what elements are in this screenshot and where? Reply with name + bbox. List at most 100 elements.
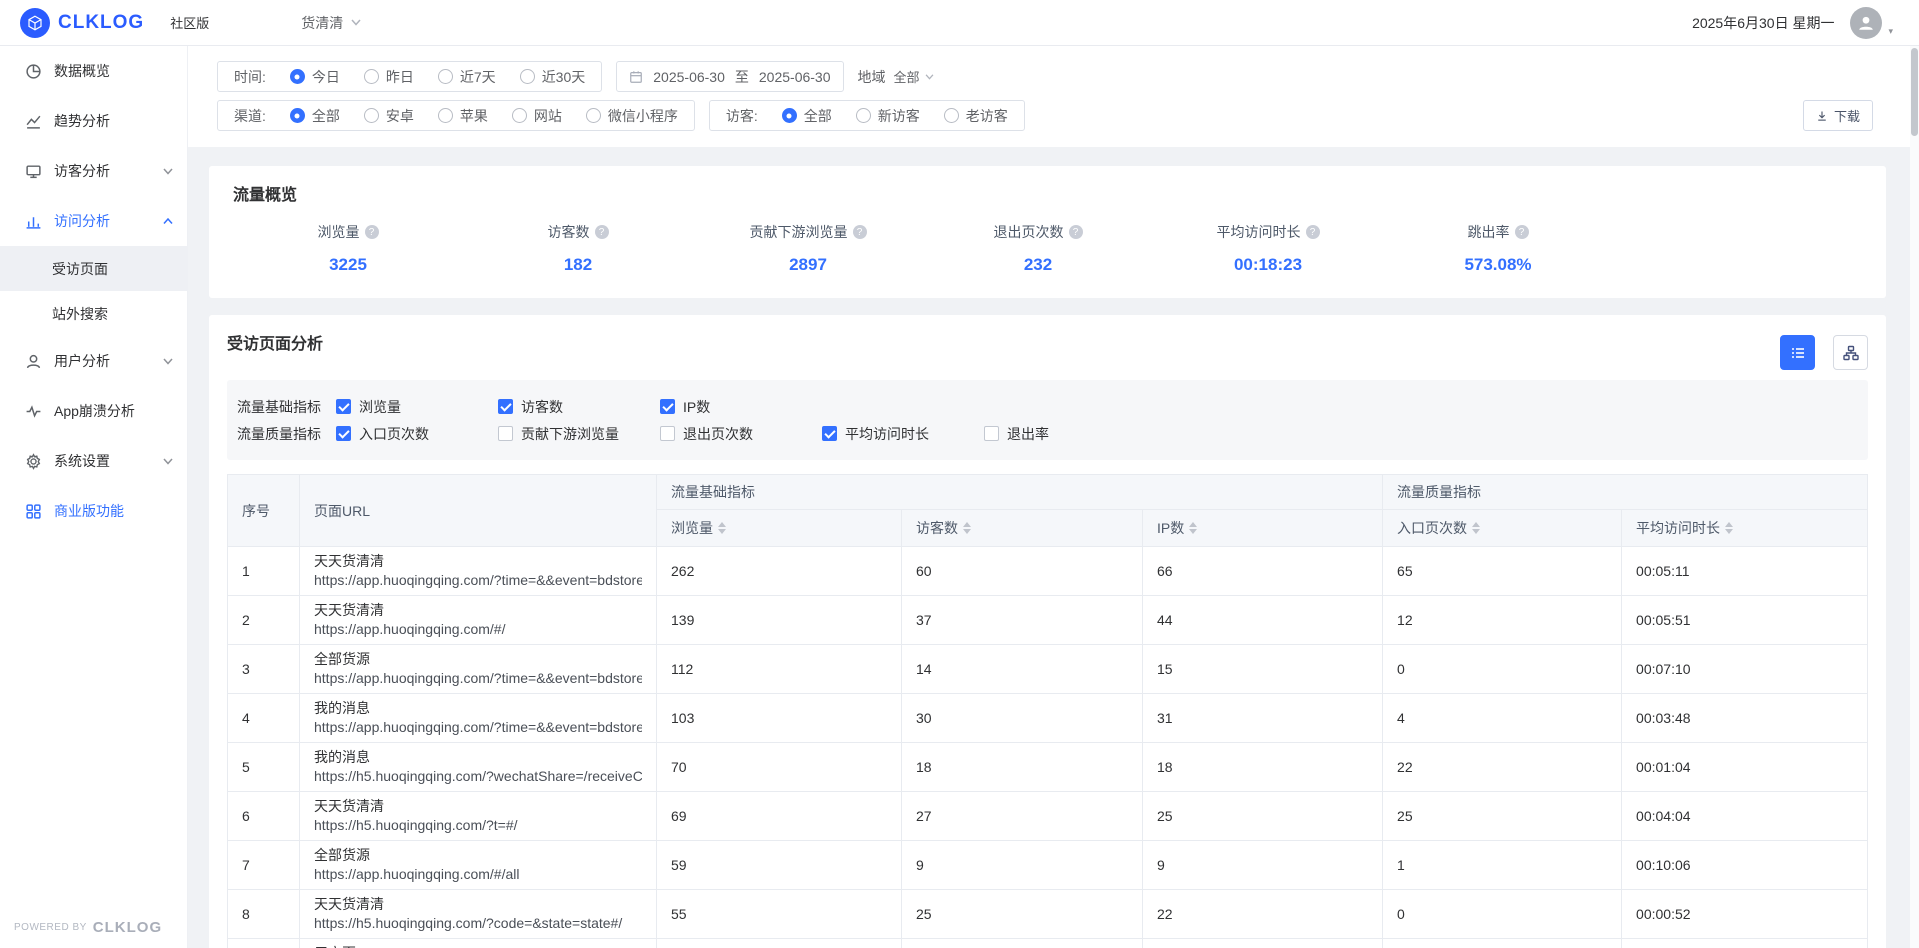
radio-icon <box>520 69 535 84</box>
help-icon <box>1306 225 1320 239</box>
cell-index: 5 <box>228 743 300 792</box>
list-view-button[interactable] <box>1780 335 1815 370</box>
brand-name: CLKLOG <box>58 12 144 34</box>
radio-icon <box>944 108 959 123</box>
download-icon <box>1816 110 1828 122</box>
checkbox-ip-count[interactable]: IP数 <box>660 397 822 417</box>
metric-label: 跳出率 <box>1468 222 1510 242</box>
checkbox-exit-pages[interactable]: 退出页次数 <box>660 424 822 444</box>
cell-page: 用户页https://app.huoqingqing.com/?time=&&e… <box>300 939 657 948</box>
cell-index: 2 <box>228 596 300 645</box>
date-range-picker[interactable]: 2025-06-30 至 2025-06-30 <box>616 61 843 92</box>
cell-index: 4 <box>228 694 300 743</box>
sort-control[interactable] <box>1725 522 1733 534</box>
sidebar-item-visit-analysis[interactable]: 访问分析 <box>0 196 187 246</box>
radio-icon <box>364 69 379 84</box>
page-scrollbar[interactable] <box>1910 46 1919 948</box>
cell-visitors: 37 <box>902 596 1143 645</box>
project-select[interactable]: 货清清 <box>301 13 361 33</box>
checkbox-downstream-pageviews[interactable]: 贡献下游浏览量 <box>498 424 660 444</box>
sidebar-item-commercial-features[interactable]: 商业版功能 <box>0 486 187 536</box>
radio-label: 老访客 <box>966 106 1008 126</box>
checkbox-label: 浏览量 <box>359 397 401 417</box>
radio-label: 昨日 <box>386 67 414 87</box>
page-url: https://app.huoqingqing.com/?time=&&even… <box>314 571 642 590</box>
checkbox-entry-pages[interactable]: 入口页次数 <box>336 424 498 444</box>
time-filter-group: 时间: 今日 昨日 近7天 近30天 <box>217 61 602 92</box>
radio-selected-icon <box>290 108 305 123</box>
radio-label: 全部 <box>312 106 340 126</box>
sidebar-item-visitor-analysis[interactable]: 访客分析 <box>0 146 187 196</box>
tree-view-button[interactable] <box>1833 335 1868 370</box>
sidebar-subitem-visited-pages[interactable]: 受访页面 <box>0 246 187 291</box>
cell-page: 天天货清清https://h5.huoqingqing.com/?code=&s… <box>300 890 657 939</box>
cell-ip: 9 <box>1143 841 1383 890</box>
radio-icon <box>586 108 601 123</box>
sidebar-item-user-analysis[interactable]: 用户分析 <box>0 336 187 386</box>
table-row: 2 天天货清清https://app.huoqingqing.com/#/ 13… <box>228 596 1868 645</box>
metrics-row: 浏览量 3225 访客数 182 贡献下游浏览量 2897 退出页次数 232 … <box>233 222 1862 275</box>
sidebar-item-app-crash-analysis[interactable]: App崩溃分析 <box>0 386 187 436</box>
user-avatar[interactable] <box>1850 7 1882 39</box>
sidebar-item-label: 用户分析 <box>54 351 151 371</box>
metric-label: 浏览量 <box>318 222 360 242</box>
region-select[interactable]: 全部 <box>894 67 934 86</box>
time-option-today[interactable]: 今日 <box>290 67 340 87</box>
cell-ip: 25 <box>1143 792 1383 841</box>
scrollbar-thumb[interactable] <box>1911 48 1918 136</box>
download-button[interactable]: 下载 <box>1803 100 1873 131</box>
cell-pageviews: 50 <box>657 939 902 948</box>
monitor-icon <box>24 162 42 180</box>
visitor-option-returning[interactable]: 老访客 <box>944 106 1008 126</box>
metric-visitors: 访客数 182 <box>463 222 693 275</box>
sidebar-item-system-settings[interactable]: 系统设置 <box>0 436 187 486</box>
radio-label: 全部 <box>804 106 832 126</box>
channel-option-all[interactable]: 全部 <box>290 106 340 126</box>
sort-control[interactable] <box>1472 522 1480 534</box>
cell-visitors: 27 <box>902 792 1143 841</box>
cell-duration: 00:05:51 <box>1622 596 1868 645</box>
chevron-down-icon <box>163 168 173 175</box>
checkbox-pageviews[interactable]: 浏览量 <box>336 397 498 417</box>
checkbox-unchecked-icon <box>498 426 513 441</box>
sort-control[interactable] <box>963 522 971 534</box>
visitor-option-new[interactable]: 新访客 <box>856 106 920 126</box>
cell-ip: 66 <box>1143 547 1383 596</box>
channel-option-wechat-miniprogram[interactable]: 微信小程序 <box>586 106 678 126</box>
filter-bar: 时间: 今日 昨日 近7天 近30天 2025-06-30 至 2025-06-… <box>188 46 1919 147</box>
time-option-last30days[interactable]: 近30天 <box>520 67 586 87</box>
checkbox-visitors[interactable]: 访客数 <box>498 397 660 417</box>
sidebar-item-label: 商业版功能 <box>54 501 173 521</box>
checkbox-checked-icon <box>660 399 675 414</box>
time-option-yesterday[interactable]: 昨日 <box>364 67 414 87</box>
checkbox-checked-icon <box>336 426 351 441</box>
channel-option-android[interactable]: 安卓 <box>364 106 414 126</box>
checkbox-bounce-rate[interactable]: 退出率 <box>984 424 1146 444</box>
sidebar-nav: 数据概览 趋势分析 访客分析 访问分析 受访页面 <box>0 46 188 948</box>
cell-index: 9 <box>228 939 300 948</box>
sidebar-item-data-overview[interactable]: 数据概览 <box>0 46 187 96</box>
sort-control[interactable] <box>1189 522 1197 534</box>
channel-option-website[interactable]: 网站 <box>512 106 562 126</box>
sidebar-item-trend-analysis[interactable]: 趋势分析 <box>0 96 187 146</box>
radio-label: 近30天 <box>542 67 586 87</box>
checkbox-avg-duration[interactable]: 平均访问时长 <box>822 424 984 444</box>
metric-value: 573.08% <box>1383 255 1613 275</box>
cell-entry: 65 <box>1383 547 1622 596</box>
region-label: 地域 <box>858 67 886 87</box>
avatar-caret-icon[interactable]: ▾ <box>1888 26 1893 39</box>
sidebar-subitem-offsite-search[interactable]: 站外搜索 <box>0 291 187 336</box>
sort-control[interactable] <box>718 522 726 534</box>
date-start-value: 2025-06-30 <box>653 69 725 85</box>
time-option-last7days[interactable]: 近7天 <box>438 67 496 87</box>
checkbox-label: 入口页次数 <box>359 424 429 444</box>
cell-pageviews: 69 <box>657 792 902 841</box>
metric-value: 2897 <box>693 255 923 275</box>
page-title: 用户页 <box>314 944 642 948</box>
channel-option-apple[interactable]: 苹果 <box>438 106 488 126</box>
chevron-down-icon <box>163 458 173 465</box>
page-url: https://app.huoqingqing.com/?time=&&even… <box>314 669 642 688</box>
sidebar-item-label: 访客分析 <box>54 161 151 181</box>
visitor-option-all[interactable]: 全部 <box>782 106 832 126</box>
sidebar-item-label: 数据概览 <box>54 61 173 81</box>
